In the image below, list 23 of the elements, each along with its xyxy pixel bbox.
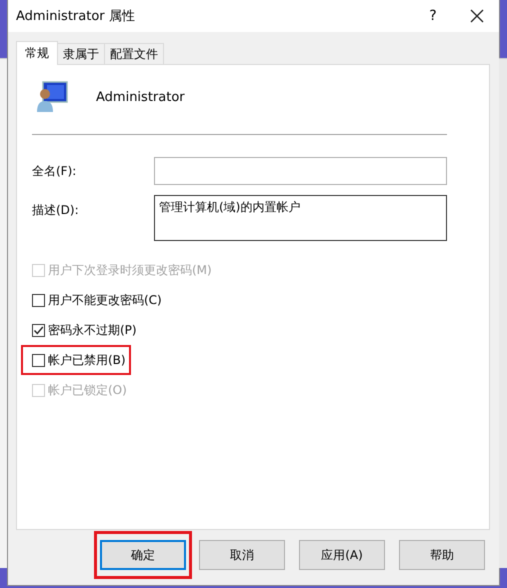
checkbox[interactable] (32, 354, 45, 366)
close-icon (470, 9, 484, 23)
dialog-button[interactable]: 取消 (199, 540, 285, 570)
checkbox-label: 密码永不过期(P) (48, 322, 137, 338)
description-field[interactable]: 管理计算机(域)的内置帐户 (154, 195, 447, 241)
checkbox-label: 用户下次登录时须更改密码(M) (48, 262, 212, 278)
user-name: Administrator (96, 90, 185, 104)
checkbox[interactable] (32, 294, 45, 306)
checkbox-label: 用户不能更改密码(C) (48, 292, 162, 308)
user-monitor-icon (35, 80, 69, 114)
dialog-button[interactable]: 应用(A) (299, 540, 385, 570)
checkbox-label: 帐户已锁定(O) (48, 382, 127, 398)
field-label: 全名(F): (32, 162, 78, 180)
help-button[interactable]: ? (411, 0, 455, 32)
field-label: 描述(D): (32, 202, 80, 219)
tab[interactable]: 常规 (16, 41, 58, 65)
checkbox-label: 帐户已禁用(B) (48, 352, 126, 368)
input-field[interactable] (154, 157, 447, 185)
tab[interactable]: 配置文件 (104, 43, 164, 64)
window-title: Administrator 属性 (16, 8, 136, 25)
dialog-button[interactable]: 帮助 (399, 540, 485, 570)
dialog-button[interactable]: 确定 (100, 540, 186, 570)
checkbox[interactable] (32, 324, 45, 336)
